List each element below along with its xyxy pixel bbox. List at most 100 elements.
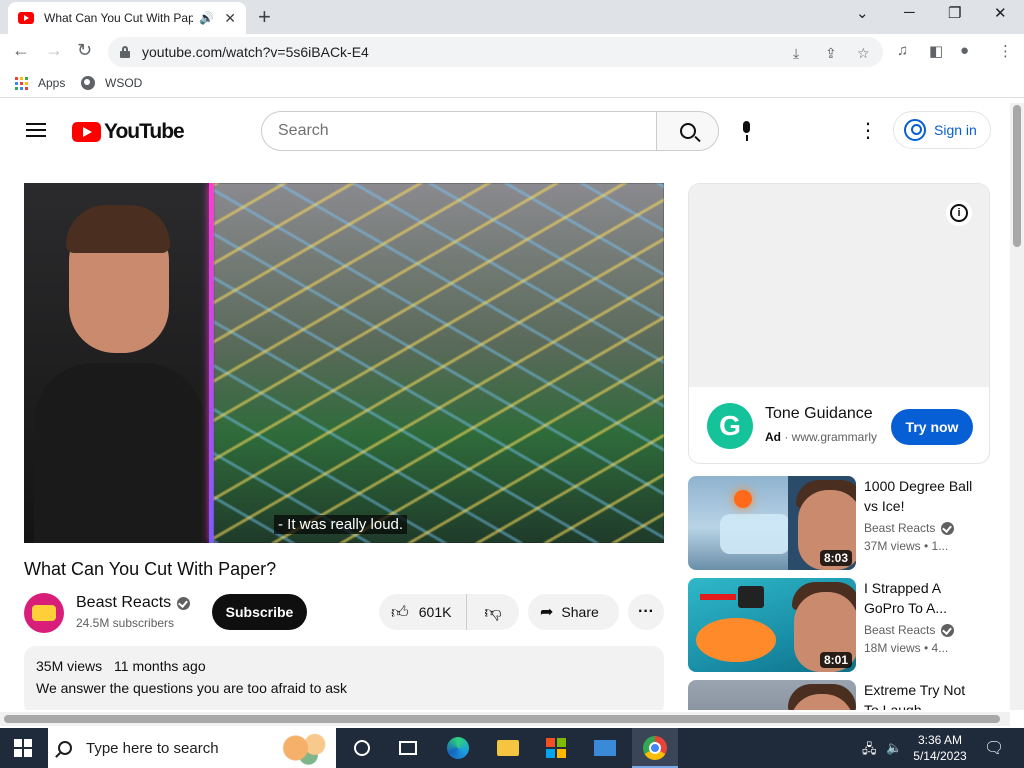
media-control-icon[interactable]: ♫ [897, 42, 908, 59]
mail-icon[interactable] [593, 736, 617, 760]
system-clock[interactable]: 3:36 AM 5/14/2023 [912, 732, 968, 764]
try-now-button[interactable]: Try now [891, 409, 973, 445]
grammarly-logo[interactable]: G [707, 403, 753, 449]
upload-age: 11 months ago [114, 658, 206, 674]
like-count: 601K [418, 604, 452, 620]
video-duration: 8:03 [819, 550, 852, 566]
recommendation-title[interactable]: Extreme Try Not To Laugh [864, 680, 974, 710]
bookmark-star-icon[interactable]: ☆ [857, 45, 870, 62]
clock-time: 3:36 AM [917, 733, 963, 747]
new-tab-icon[interactable]: + [258, 4, 271, 30]
view-count: 35M views [36, 658, 103, 674]
ad-domain: www.grammarly [791, 430, 878, 444]
recommendation-title[interactable]: 1000 Degree Ball vs Ice! [864, 476, 974, 516]
microsoft-store-icon[interactable] [544, 736, 568, 760]
description-box[interactable]: 35M views 11 months ago We answer the qu… [24, 646, 664, 710]
speaker-icon[interactable]: 🔊 [199, 11, 214, 25]
install-icon[interactable]: ⤓ [793, 45, 799, 62]
close-tab-icon[interactable]: ✕ [224, 10, 236, 27]
subscribe-button[interactable]: Subscribe [212, 594, 307, 630]
notifications-icon[interactable]: 🗨 [984, 738, 1004, 758]
vertical-scroll-thumb[interactable] [1013, 105, 1021, 247]
like-button[interactable]: 👍︎ 601K [379, 594, 467, 630]
recommendation-item[interactable]: 8:03 1000 Degree Ball vs Ice! Beast Reac… [688, 476, 990, 570]
address-bar[interactable]: youtube.com/watch?v=5s6iBACk-E4 ⤓ ⇪ ☆ [108, 37, 883, 67]
browser-menu-icon[interactable]: ⋮ [998, 42, 1013, 60]
youtube-play-icon [72, 122, 101, 142]
edge-icon[interactable] [446, 736, 470, 760]
browser-tab[interactable]: What Can You Cut With Paper? 🔊 ✕ [8, 2, 246, 34]
video-player[interactable]: - It was really loud. [24, 183, 664, 543]
ad-card[interactable]: i G Tone Guidance Ad · www.grammarly Try… [688, 183, 990, 464]
taskbar-search[interactable]: Type here to search [48, 728, 336, 768]
recommendation-thumbnail[interactable] [688, 680, 856, 710]
subscriber-count: 24.5M subscribers [76, 616, 175, 630]
video-host-panel [24, 183, 214, 543]
browser-toolbar: ← → ↻ youtube.com/watch?v=5s6iBACk-E4 ⤓ … [0, 34, 1024, 70]
recommendation-item[interactable]: Extreme Try Not To Laugh [688, 680, 990, 710]
network-icon[interactable]: 🖧 [862, 740, 877, 762]
share-page-icon[interactable]: ⇪ [825, 45, 837, 62]
recommendation-thumbnail[interactable]: 8:03 [688, 476, 856, 570]
search-button[interactable] [656, 111, 719, 151]
chrome-icon [643, 736, 667, 760]
video-stats: 35M views 11 months ago [36, 658, 652, 674]
horizontal-scroll-thumb[interactable] [4, 715, 1000, 723]
info-icon[interactable]: i [946, 200, 972, 226]
microphone-icon[interactable] [740, 121, 752, 141]
search-box [261, 111, 719, 151]
host-figure [34, 193, 204, 543]
verified-icon [941, 623, 955, 637]
video-title: What Can You Cut With Paper? [24, 559, 277, 579]
cortana-icon[interactable] [350, 736, 374, 760]
tab-search-chevron-icon[interactable]: ⌄ [856, 4, 869, 22]
volume-icon[interactable]: 🔈 [886, 740, 902, 756]
description-text: We answer the questions you are too afra… [36, 680, 348, 696]
dislike-button[interactable]: 👎︎ [467, 602, 519, 623]
windows-start-icon[interactable] [14, 739, 32, 757]
reload-icon[interactable]: ↻ [77, 40, 92, 61]
task-view-icon[interactable] [396, 736, 420, 760]
chrome-taskbar-item[interactable] [632, 728, 678, 768]
channel-avatar[interactable] [24, 593, 64, 633]
youtube-favicon-icon [18, 12, 34, 24]
channel-name[interactable]: Beast Reacts [76, 594, 191, 612]
bookmarks-bar: Apps WSOD [0, 70, 1024, 98]
recommendation-item[interactable]: 8:01 I Strapped A GoPro To A... Beast Re… [688, 578, 990, 672]
recommendation-channel[interactable]: Beast Reacts [864, 521, 955, 535]
search-icon [58, 741, 72, 755]
settings-kebab-icon[interactable]: ⋮ [858, 121, 878, 141]
video-caption: - It was really loud. [274, 515, 408, 534]
menu-icon[interactable] [26, 123, 46, 137]
url-text[interactable]: youtube.com/watch?v=5s6iBACk-E4 [142, 44, 369, 60]
bookmark-label: WSOD [105, 76, 143, 90]
more-actions-button[interactable]: ··· [628, 594, 664, 630]
youtube-page: YouTube ⋮ Sign in - It was really loud. … [0, 103, 1010, 710]
recommendation-title[interactable]: I Strapped A GoPro To A... [864, 578, 974, 618]
profile-icon[interactable]: ● [960, 42, 969, 59]
taskbar-search-placeholder: Type here to search [86, 739, 219, 757]
recommendation-meta: 18M views • 4... [864, 641, 949, 655]
search-input[interactable] [261, 111, 656, 151]
restore-icon[interactable]: ❐ [948, 4, 961, 22]
sign-in-button[interactable]: Sign in [893, 111, 991, 149]
minimize-icon[interactable]: ─ [904, 4, 915, 21]
close-window-icon[interactable]: ✕ [994, 4, 1007, 22]
bookmark-wsod[interactable]: WSOD [81, 76, 142, 90]
globe-icon [81, 76, 95, 90]
forward-icon[interactable]: → [45, 40, 63, 61]
horizontal-scrollbar[interactable] [0, 712, 1010, 726]
side-panel-icon[interactable]: ◧ [929, 42, 943, 60]
youtube-logo[interactable]: YouTube [72, 120, 185, 144]
recommendation-thumbnail[interactable]: 8:01 [688, 578, 856, 672]
lock-icon[interactable] [120, 46, 130, 58]
video-duration: 8:01 [819, 652, 852, 668]
ad-title[interactable]: Tone Guidance [765, 405, 873, 423]
vertical-scrollbar[interactable] [1010, 103, 1024, 710]
file-explorer-icon[interactable] [496, 736, 520, 760]
bookmark-apps[interactable]: Apps [15, 76, 65, 90]
share-button[interactable]: ➦ Share [528, 594, 619, 630]
back-icon[interactable]: ← [12, 40, 30, 61]
recommendation-channel[interactable]: Beast Reacts [864, 623, 955, 637]
search-icon [679, 123, 696, 139]
